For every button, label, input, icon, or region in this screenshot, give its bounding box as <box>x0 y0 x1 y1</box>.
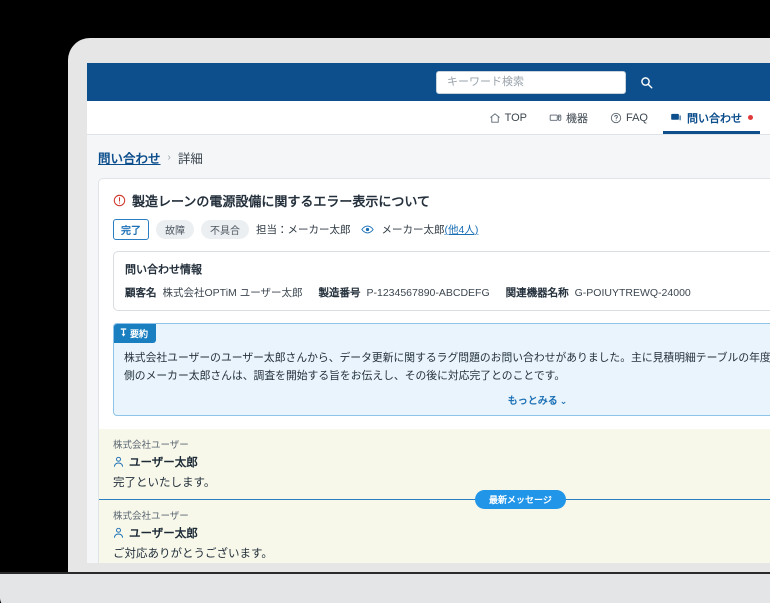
question-circle-icon <box>610 112 622 124</box>
watchers-label: メーカー太郎(他4人) <box>382 222 479 237</box>
inquiry-info-title: 問い合わせ情報 <box>125 264 202 276</box>
message-item: 株式会社ユーザー ユーザー太郎 完了といたします。 <box>99 428 770 499</box>
chevron-down-icon: ⌄ <box>559 395 568 406</box>
device-icon <box>549 112 562 124</box>
screenshot-stage: TOP 機器 FA <box>0 0 770 603</box>
nav-label-inquiries: 問い合わせ <box>687 112 742 125</box>
chat-icon <box>670 112 683 124</box>
info-label-customer: 顧客名 <box>125 287 157 299</box>
inquiry-info-panel: 問い合わせ情報 顧客名 株式会社OPTiM ユーザー太郎 製造番号 P-1234… <box>113 251 770 311</box>
laptop-base <box>0 572 770 603</box>
message-org: 株式会社ユーザー <box>113 510 189 522</box>
tag-defect[interactable]: 不具合 <box>201 220 249 239</box>
info-value-device: G-POIUYTREWQ-24000 <box>574 287 691 299</box>
person-icon <box>113 456 124 468</box>
nav-item-top[interactable]: TOP <box>478 101 538 134</box>
message-author-row: ユーザー太郎 <box>113 525 770 541</box>
message-author-name: ユーザー太郎 <box>129 527 198 540</box>
ticket-title-row: 製造レーンの電源設備に関するエラー表示について <box>113 191 770 210</box>
message-body: 完了といたします。 <box>113 476 216 489</box>
message-thread: 株式会社ユーザー ユーザー太郎 完了といたします。 最新メッセージ 株式会社ユー… <box>99 428 770 563</box>
watchers-more-link[interactable]: (他4人) <box>445 224 479 236</box>
home-icon <box>489 112 501 124</box>
breadcrumb-separator: › <box>167 152 171 163</box>
page-title: 製造レーンの電源設備に関するエラー表示について <box>132 194 430 209</box>
pin-icon <box>120 328 127 339</box>
latest-message-divider: 最新メッセージ <box>99 489 770 509</box>
message-body: ご対応ありがとうございます。 <box>113 547 273 560</box>
search-box[interactable] <box>436 70 626 94</box>
summary-badge: 要約 <box>114 324 157 343</box>
eye-icon[interactable] <box>360 224 374 235</box>
info-label-serial: 製造番号 <box>318 287 361 299</box>
search-input[interactable] <box>445 75 617 89</box>
nav-label-faq: FAQ <box>625 111 648 124</box>
summary-badge-label: 要約 <box>130 329 149 339</box>
ai-summary-panel: 要約 株式会社ユーザーのユーザー太郎さんから、データ更新に関するラグ問題のお問い… <box>113 323 770 416</box>
alert-circle-icon <box>113 194 126 207</box>
breadcrumb: 問い合わせ › 詳細 <box>87 135 770 178</box>
nav-item-faq[interactable]: FAQ <box>599 101 659 134</box>
tag-failure[interactable]: 故障 <box>156 220 194 239</box>
person-icon <box>113 527 124 539</box>
inquiry-info-fields: 顧客名 株式会社OPTiM ユーザー太郎 製造番号 P-1234567890-A… <box>125 285 770 300</box>
info-value-serial: P-1234567890-ABCDEFG <box>366 287 490 299</box>
nav-item-settings[interactable]: 設定 <box>764 101 770 134</box>
browser-viewport: TOP 機器 FA <box>87 63 770 563</box>
info-label-device: 関連機器名称 <box>505 287 569 299</box>
search-submit-icon[interactable] <box>636 72 656 92</box>
notification-dot <box>748 115 753 120</box>
message-org: 株式会社ユーザー <box>113 439 189 451</box>
message-item: 株式会社ユーザー ユーザー太郎 ご対応ありがとうございます。 <box>99 499 770 563</box>
breadcrumb-current: 詳細 <box>177 152 203 166</box>
message-author-name: ユーザー太郎 <box>129 456 198 469</box>
summary-text: 株式会社ユーザーのユーザー太郎さんから、データ更新に関するラグ問題のお問い合わせ… <box>124 352 770 382</box>
main-navigation: TOP 機器 FAQ 問い合わせ <box>87 101 770 135</box>
nav-item-inquiries[interactable]: 問い合わせ <box>659 101 764 134</box>
ticket-tag-row: 完了 故障 不具合 担当：メーカー太郎 メーカー太郎(他4人) <box>113 219 770 240</box>
assignee-label: 担当：メーカー太郎 <box>256 224 351 236</box>
watcher-name: メーカー太郎 <box>381 224 445 236</box>
status-badge[interactable]: 完了 <box>113 219 149 240</box>
top-header-bar <box>87 63 770 101</box>
nav-item-devices[interactable]: 機器 <box>538 101 599 134</box>
nav-label-top: TOP <box>504 111 527 124</box>
ticket-detail-card: 製造レーンの電源設備に関するエラー表示について 完了 故障 不具合 担当：メーカ… <box>98 178 770 563</box>
ticket-header: 製造レーンの電源設備に関するエラー表示について 完了 故障 不具合 担当：メーカ… <box>99 179 770 249</box>
info-value-customer: 株式会社OPTiM ユーザー太郎 <box>162 287 303 299</box>
breadcrumb-root-link[interactable]: 問い合わせ <box>98 148 161 167</box>
show-more-label: もっとみる <box>507 395 558 407</box>
message-author-row: ユーザー太郎 <box>113 454 770 470</box>
latest-message-badge: 最新メッセージ <box>475 489 566 509</box>
show-more-link[interactable]: もっとみる ⌄ <box>114 392 770 407</box>
page-content: 問い合わせ › 詳細 製造レーンの電源設備に関するエラー表示について 完了 故障… <box>87 135 770 563</box>
nav-label-devices: 機器 <box>565 112 588 125</box>
